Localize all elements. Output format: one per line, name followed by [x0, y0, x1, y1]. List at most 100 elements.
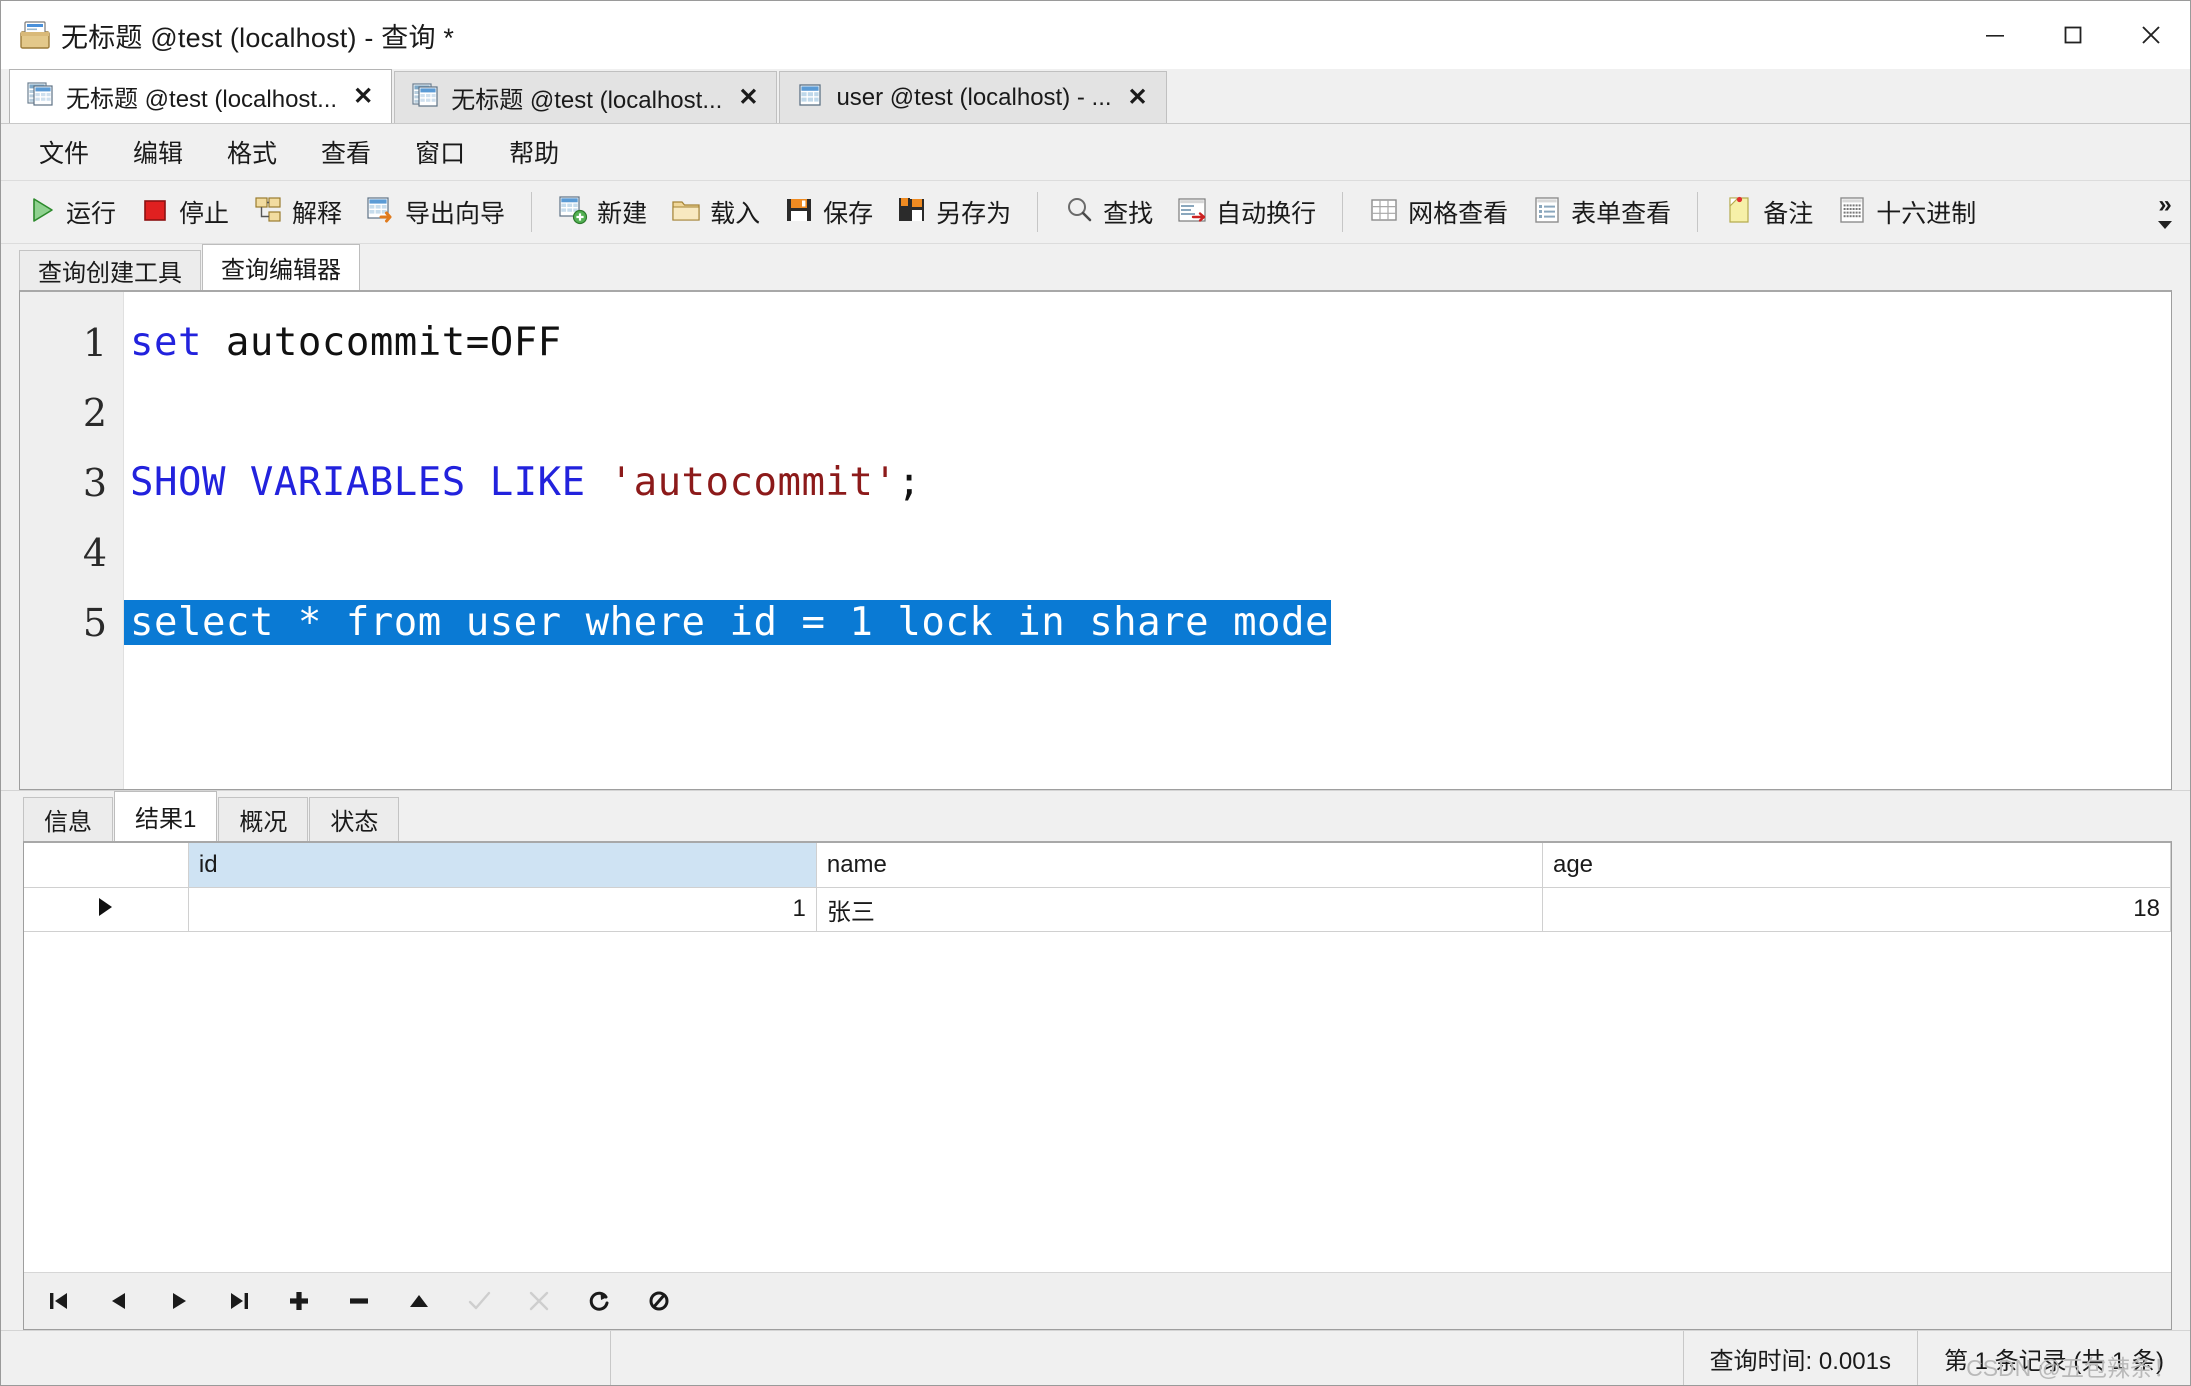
tab-query-builder[interactable]: 查询创建工具 — [19, 250, 201, 290]
document-tab-2[interactable]: 无标题 @test (localhost... ✕ — [394, 71, 778, 123]
explain-icon — [253, 195, 283, 230]
document-tab-3[interactable]: user @test (localhost) - ... ✕ — [779, 71, 1167, 123]
tab-result-1[interactable]: 结果1 — [114, 791, 218, 841]
chevron-double-right-icon[interactable]: » — [2158, 193, 2171, 217]
sql-plain-token: autocommit=OFF — [201, 320, 562, 365]
stop-button[interactable]: 停止 — [128, 186, 241, 238]
grid-view-icon — [1369, 195, 1399, 230]
save-button-label: 保存 — [823, 200, 874, 228]
menu-item-edit[interactable]: 编辑 — [111, 130, 205, 174]
find-button[interactable]: 查找 — [1052, 186, 1165, 238]
column-header-name[interactable]: name — [816, 843, 1543, 888]
previous-record-button[interactable] — [102, 1284, 136, 1318]
export-wizard-button-label: 导出向导 — [405, 200, 506, 228]
document-tab-label: user @test (localhost) - ... — [836, 83, 1112, 111]
word-wrap-button[interactable]: 自动换行 — [1165, 186, 1328, 238]
note-icon — [1724, 195, 1754, 230]
hex-icon — [1837, 195, 1867, 230]
delete-record-button[interactable] — [342, 1284, 376, 1318]
selected-sql-text: select * from user where id = 1 lock in … — [124, 600, 1331, 645]
menu-item-help[interactable]: 帮助 — [487, 130, 581, 174]
add-record-button[interactable] — [282, 1284, 316, 1318]
maximize-button[interactable] — [2034, 1, 2112, 69]
new-button-label: 新建 — [597, 200, 648, 228]
save-as-button[interactable]: 另存为 — [885, 186, 1023, 238]
explain-button-label: 解释 — [292, 200, 343, 228]
run-play-icon — [27, 195, 57, 230]
load-button-label: 载入 — [710, 200, 761, 228]
document-tab-close-icon[interactable]: ✕ — [349, 84, 377, 109]
column-header-id[interactable]: id — [188, 843, 817, 888]
edit-record-button[interactable] — [402, 1284, 436, 1318]
result-grid[interactable]: id name age 1 张三 18 — [24, 843, 2171, 932]
status-bar-spacer — [1, 1331, 611, 1385]
code-line-3[interactable]: SHOW VARIABLES LIKE 'autocommit'; — [124, 448, 2171, 518]
export-wizard-icon — [366, 195, 396, 230]
title-bar-left: 无标题 @test (localhost) - 查询 * — [1, 16, 1956, 55]
tab-query-editor[interactable]: 查询编辑器 — [202, 244, 360, 290]
first-record-button[interactable] — [42, 1284, 76, 1318]
code-line-2[interactable] — [124, 378, 2171, 448]
load-button[interactable]: 载入 — [659, 186, 772, 238]
navicat-query-window: 无标题 @test (localhost) - 查询 * 无标题 @test (… — [0, 0, 2191, 1386]
toolbar-separator — [1697, 192, 1699, 232]
menu-item-window[interactable]: 窗口 — [393, 130, 487, 174]
new-button[interactable]: 新建 — [546, 186, 659, 238]
form-view-button[interactable]: 表单查看 — [1520, 186, 1683, 238]
table-row[interactable]: 1 张三 18 — [24, 887, 2171, 932]
document-tab-close-icon[interactable]: ✕ — [734, 85, 762, 110]
tab-profile[interactable]: 概况 — [218, 797, 309, 841]
menu-item-format[interactable]: 格式 — [205, 130, 299, 174]
run-button-label: 运行 — [66, 200, 117, 228]
editor-gutter: 1 2 3 4 5 — [20, 292, 124, 789]
editor-tab-bar: 查询创建工具 查询编辑器 — [1, 244, 2190, 290]
grid-view-button[interactable]: 网格查看 — [1357, 186, 1520, 238]
save-button[interactable]: 保存 — [772, 186, 885, 238]
stop-loading-button[interactable] — [642, 1284, 676, 1318]
tab-message[interactable]: 信息 — [23, 797, 113, 841]
explain-button[interactable]: 解释 — [241, 186, 354, 238]
sql-keyword-token: set — [130, 320, 202, 365]
refresh-button[interactable] — [582, 1284, 616, 1318]
table-tab-icon — [796, 82, 824, 113]
hex-button[interactable]: 十六进制 — [1825, 186, 1988, 238]
grid-view-button-label: 网格查看 — [1408, 200, 1509, 228]
save-as-button-label: 另存为 — [936, 200, 1012, 228]
last-record-button[interactable] — [222, 1284, 256, 1318]
sql-editor[interactable]: 1 2 3 4 5 set autocommit=OFF SHOW VARIAB… — [19, 290, 2172, 790]
row-marker-cell — [24, 887, 189, 932]
apply-change-button[interactable] — [462, 1284, 496, 1318]
cell-id[interactable]: 1 — [188, 887, 817, 932]
code-line-5[interactable]: select * from user where id = 1 lock in … — [124, 588, 2171, 658]
grid-navigation-bar — [24, 1272, 2171, 1329]
status-record-info: 第 1 条记录 (共 1 条) — [1943, 1347, 2164, 1375]
line-number: 2 — [82, 391, 107, 435]
form-view-button-label: 表单查看 — [1571, 200, 1672, 228]
tab-status[interactable]: 状态 — [309, 797, 400, 841]
menu-item-file[interactable]: 文件 — [17, 130, 111, 174]
code-line-4[interactable] — [124, 518, 2171, 588]
close-button[interactable] — [2112, 1, 2190, 69]
cell-age[interactable]: 18 — [1542, 887, 2171, 932]
grid-empty-area — [24, 931, 2171, 1272]
sql-keyword-token: SHOW VARIABLES LIKE — [130, 460, 610, 505]
menu-item-view[interactable]: 查看 — [299, 130, 393, 174]
code-line-1[interactable]: set autocommit=OFF — [124, 308, 2171, 378]
chevron-down-icon[interactable] — [2158, 220, 2172, 229]
result-grid-panel[interactable]: id name age 1 张三 18 — [23, 841, 2172, 1330]
column-header-age[interactable]: age — [1542, 843, 2171, 888]
export-wizard-button[interactable]: 导出向导 — [354, 186, 517, 238]
save-floppy-icon — [784, 195, 814, 230]
cancel-change-button[interactable] — [522, 1284, 556, 1318]
editor-section: 查询创建工具 查询编辑器 1 2 3 4 5 set autocommit=OF… — [1, 243, 2190, 790]
status-query-time: 查询时间: 0.001s — [1684, 1331, 1918, 1385]
run-button[interactable]: 运行 — [15, 186, 128, 238]
editor-code-area[interactable]: set autocommit=OFF SHOW VARIABLES LIKE '… — [124, 292, 2171, 789]
document-tab-1[interactable]: 无标题 @test (localhost... ✕ — [9, 69, 393, 123]
toolbar-overflow[interactable]: » — [2146, 181, 2184, 243]
cell-name[interactable]: 张三 — [816, 887, 1543, 932]
minimize-button[interactable] — [1956, 1, 2034, 69]
document-tab-close-icon[interactable]: ✕ — [1124, 85, 1152, 110]
memo-button[interactable]: 备注 — [1712, 186, 1825, 238]
next-record-button[interactable] — [162, 1284, 196, 1318]
